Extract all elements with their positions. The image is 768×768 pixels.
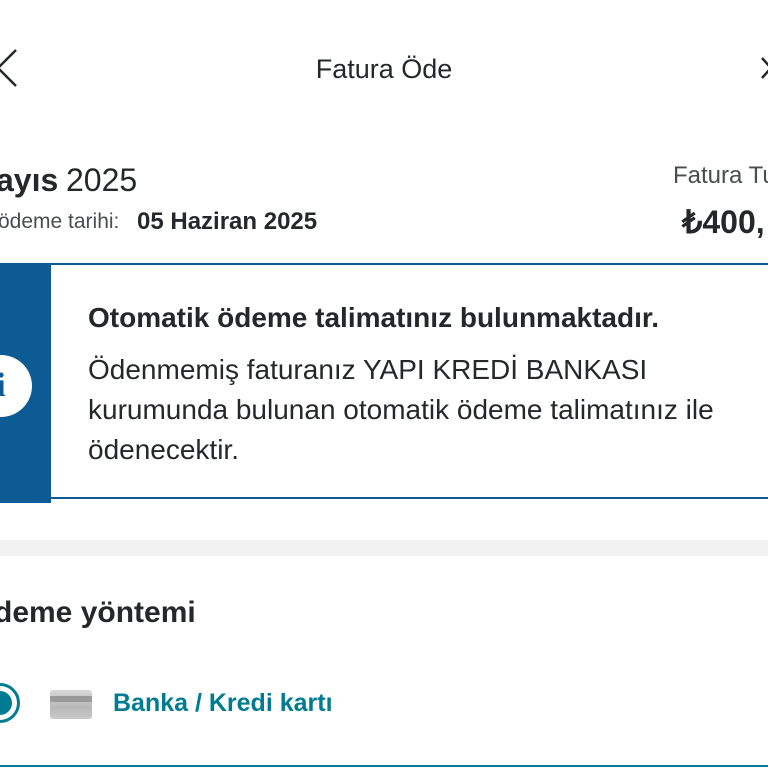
credit-card-icon [50, 690, 92, 719]
page-title: Fatura Öde [315, 54, 453, 84]
close-icon[interactable] [756, 48, 768, 88]
due-date-value: 05 Haziran 2025 [137, 208, 318, 235]
info-card-body: Ödenmemiş faturanız YAPI KREDİ BANKASI k… [88, 354, 714, 465]
bill-amount-value: ₺400, [682, 204, 765, 240]
credit-card-stripe [50, 696, 92, 702]
payment-method-label[interactable]: Banka / Kredi kartı [113, 689, 333, 718]
info-card-title: Otomatik ödeme talimatınız bulunmaktadır… [88, 302, 659, 333]
payment-method-title: deme yöntemi [0, 596, 196, 629]
bill-month: ayıs [0, 162, 59, 198]
section-separator [0, 540, 768, 556]
payment-method-underline [0, 765, 768, 767]
due-date-label: ödeme tarihi: [0, 210, 120, 233]
bill-year: 2025 [66, 162, 138, 198]
bill-amount-label: Fatura Tu [673, 162, 768, 189]
